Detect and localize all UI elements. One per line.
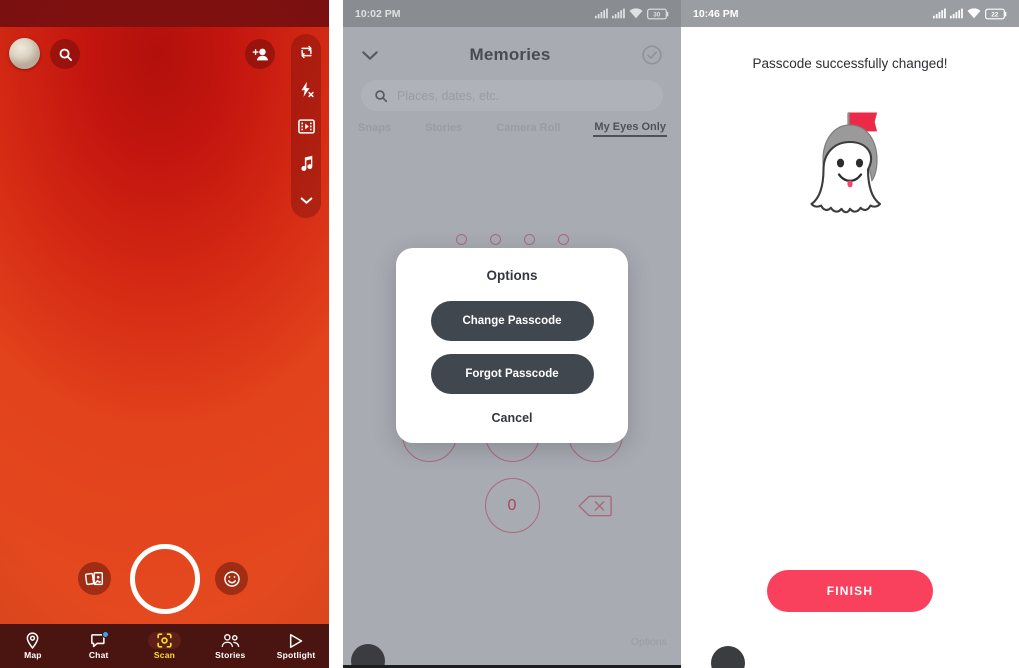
nav-label-stories: Stories (215, 650, 246, 660)
flash-off-icon[interactable] (295, 78, 317, 100)
dialog-title: Options (486, 268, 538, 283)
memories-cards-icon (85, 570, 104, 588)
nav-item-scan[interactable]: Scan (132, 632, 198, 660)
bottom-navigation: Map Chat Scan Stories Spotlight (0, 624, 329, 668)
finish-button[interactable]: FINISH (767, 570, 933, 612)
location-pin-icon (25, 632, 40, 649)
screenshot-stage: Map Chat Scan Stories Spotlight 10:02 PM… (0, 0, 1019, 668)
nav-item-chat[interactable]: Chat (66, 631, 132, 660)
nav-label-scan: Scan (153, 650, 176, 660)
nav-item-spotlight[interactable]: Spotlight (263, 632, 329, 660)
nav-label-map: Map (24, 650, 42, 660)
snapchat-knight-ghost-icon (681, 98, 1019, 238)
signal-icon-1 (933, 8, 946, 19)
panel-camera: Map Chat Scan Stories Spotlight (0, 0, 329, 668)
search-icon (58, 47, 73, 62)
panel-memories: 10:02 PM 30 Memories Places, dates, etc.… (343, 0, 681, 668)
chat-unread-badge (101, 631, 109, 638)
nav-item-stories[interactable]: Stories (197, 632, 263, 660)
add-friend-button[interactable] (245, 39, 275, 69)
nav-item-map[interactable]: Map (0, 632, 66, 660)
cancel-button[interactable]: Cancel (492, 411, 533, 425)
signal-icon-2 (950, 8, 963, 19)
nav-label-chat: Chat (88, 650, 109, 660)
nav-label-spotlight: Spotlight (276, 650, 316, 660)
battery-icon: 22 (985, 8, 1007, 20)
status-time: 10:46 PM (693, 7, 739, 20)
lens-button[interactable] (215, 562, 248, 595)
status-icons: 22 (933, 8, 1007, 20)
timeline-icon[interactable] (295, 115, 317, 137)
chevron-down-icon[interactable] (295, 189, 317, 211)
flip-camera-icon[interactable] (295, 41, 317, 63)
camera-tool-rail (291, 34, 321, 218)
search-button[interactable] (50, 39, 80, 69)
memories-button[interactable] (78, 562, 111, 595)
svg-text:22: 22 (991, 11, 999, 18)
change-passcode-button[interactable]: Change Passcode (430, 301, 594, 341)
panel-gap-1 (329, 0, 343, 668)
forgot-passcode-button[interactable]: Forgot Passcode (430, 354, 594, 394)
add-friend-icon (252, 47, 269, 62)
shutter-button[interactable] (129, 544, 200, 614)
options-dialog: Options Change Passcode Forgot Passcode … (396, 248, 628, 443)
status-bar-success: 10:46 PM 22 (681, 0, 1019, 27)
success-message: Passcode successfully changed! (752, 56, 948, 71)
smiley-lens-icon (223, 570, 241, 588)
music-icon[interactable] (295, 152, 317, 174)
wifi-icon (967, 8, 981, 19)
camera-top-shade (0, 0, 329, 27)
panel-success: 10:46 PM 22 Passcode successfully change… (681, 0, 1019, 668)
play-triangle-icon (288, 632, 304, 649)
avatar[interactable] (9, 38, 40, 69)
people-icon (221, 632, 240, 649)
scan-icon (147, 632, 181, 649)
